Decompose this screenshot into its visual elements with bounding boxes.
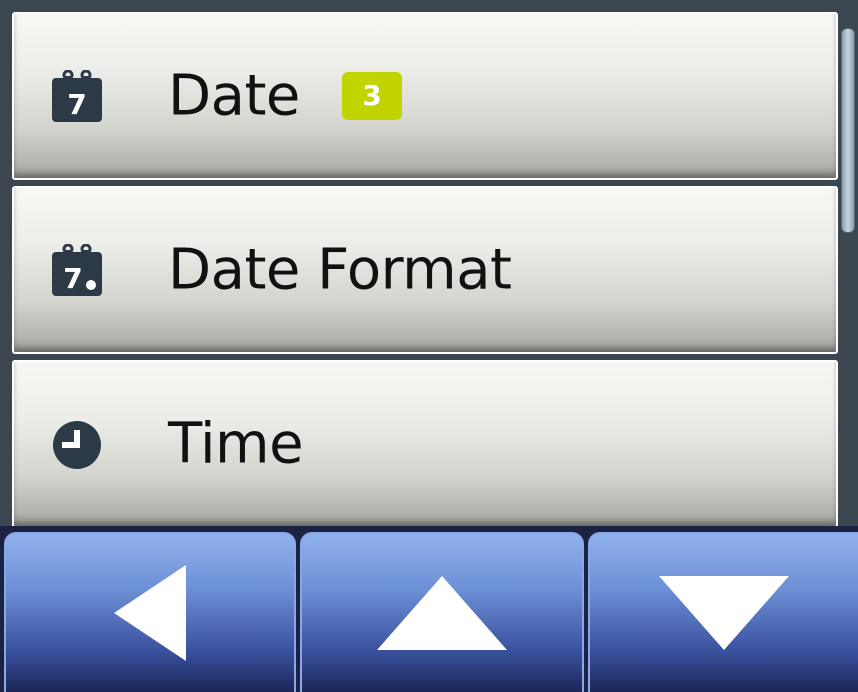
menu-item-time-label: Time xyxy=(168,411,304,477)
clock-icon xyxy=(53,421,101,469)
menu-item-date-label: Date xyxy=(168,63,300,129)
arrow-up-icon xyxy=(377,576,507,650)
menu-item-date[interactable]: 7 Date 3 xyxy=(12,12,838,180)
navigation-bar xyxy=(0,526,858,692)
svg-text:7: 7 xyxy=(67,88,86,121)
menu-item-date-format-label: Date Format xyxy=(168,237,512,303)
menu-item-time[interactable]: Time xyxy=(12,360,838,528)
scrollbar[interactable] xyxy=(838,0,858,526)
arrow-left-icon xyxy=(114,565,186,661)
scrollbar-thumb[interactable] xyxy=(841,28,855,233)
arrow-down-icon xyxy=(659,576,789,650)
step-badge: 3 xyxy=(342,72,402,120)
calendar-format-icon: 7 xyxy=(52,244,102,296)
scroll-up-button[interactable] xyxy=(300,532,584,692)
menu-item-date-format[interactable]: 7 Date Format xyxy=(12,186,838,354)
back-button[interactable] xyxy=(4,532,296,692)
calendar-icon: 7 xyxy=(52,70,102,122)
svg-text:7: 7 xyxy=(63,262,82,295)
screen: 7 Date 3 7 Date Format Time xyxy=(0,0,858,692)
scroll-down-button[interactable] xyxy=(588,532,858,692)
